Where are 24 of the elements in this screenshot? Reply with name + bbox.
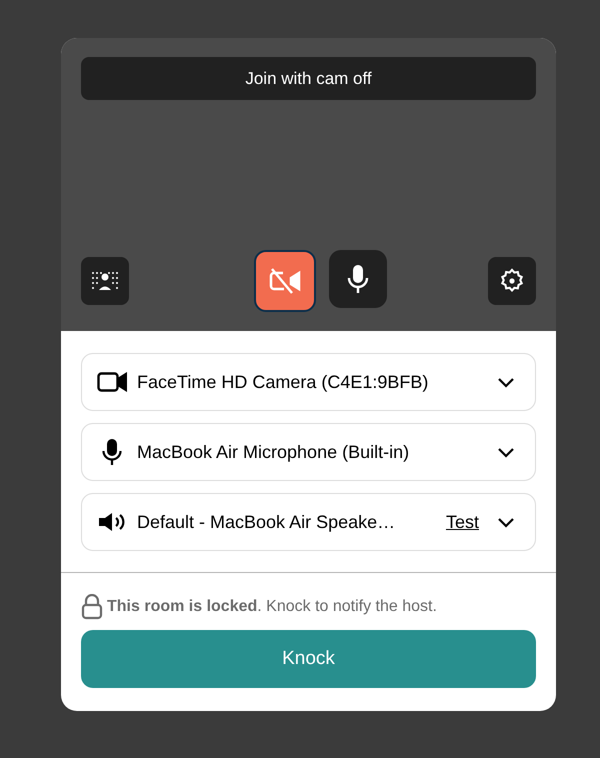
camera-icon	[97, 372, 127, 392]
device-select[interactable]: Default - MacBook Air Speake… Test	[81, 493, 536, 551]
device-name: Default - MacBook Air Speake…	[137, 510, 396, 534]
lock-notice: This room is locked. Knock to notify the host.	[107, 597, 437, 617]
device-name: MacBook Air Microphone (Built-in)	[137, 440, 410, 464]
speaker-icon	[98, 512, 126, 532]
microphone-icon	[102, 438, 122, 466]
background-blur-icon	[91, 271, 119, 291]
microphone-icon	[347, 264, 369, 294]
test-link[interactable]: Test	[446, 508, 479, 536]
camera-toggle-button[interactable]	[254, 250, 316, 312]
background-blur-button[interactable]	[81, 257, 129, 305]
join-button[interactable]: Join with cam off	[81, 57, 536, 100]
chevron-down-icon	[497, 446, 515, 458]
knock-button[interactable]: Knock	[81, 630, 536, 688]
microphone-toggle-button[interactable]	[329, 250, 387, 308]
lock-icon	[81, 594, 103, 620]
camera-off-icon	[269, 267, 301, 295]
device-select[interactable]: FaceTime HD Camera (C4E1:9BFB)	[81, 353, 536, 411]
chevron-down-icon	[497, 516, 515, 528]
device-select[interactable]: MacBook Air Microphone (Built-in)	[81, 423, 536, 481]
chevron-down-icon	[497, 376, 515, 388]
device-name: FaceTime HD Camera (C4E1:9BFB)	[137, 370, 430, 394]
settings-button[interactable]	[488, 257, 536, 305]
